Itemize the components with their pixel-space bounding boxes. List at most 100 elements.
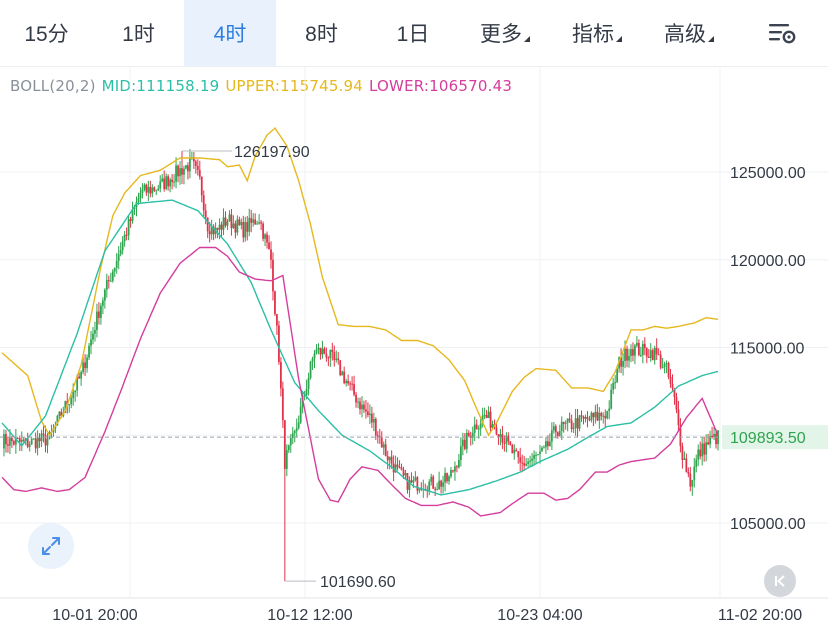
candle-body (238, 219, 241, 226)
tab-more-label: 更多 (480, 23, 522, 46)
candle-body (36, 438, 39, 449)
candle-body (396, 464, 399, 468)
tab-more[interactable]: 更多 (459, 0, 551, 66)
candle-body (357, 401, 359, 403)
candle-body (685, 458, 688, 473)
tab-advanced[interactable]: 高级 (643, 0, 735, 66)
candle-body (250, 217, 253, 223)
candle-body (345, 380, 348, 384)
candle-body (317, 347, 320, 350)
candle-body (189, 157, 191, 172)
candle-body (248, 217, 251, 232)
jump-to-latest-button[interactable] (764, 565, 796, 597)
candle-body (368, 413, 371, 415)
candle-body (463, 439, 466, 449)
candle-body (111, 271, 114, 281)
candle-body (82, 362, 84, 372)
candle-body (185, 165, 187, 169)
candle-body (361, 404, 363, 410)
candle-body (115, 260, 118, 268)
candle-body (88, 345, 90, 358)
candle-body (434, 488, 437, 490)
candle-body (230, 214, 233, 229)
candle-body (687, 472, 690, 474)
candle-body (260, 222, 263, 224)
candle-body (155, 190, 158, 192)
candle-body (663, 363, 666, 368)
candle-body (137, 198, 140, 202)
tab-4h[interactable]: 4时 (184, 0, 276, 66)
candle-body (637, 342, 640, 356)
candle-body (107, 280, 110, 282)
candle-body (365, 409, 367, 412)
candle-body (689, 473, 692, 487)
candle-body (309, 361, 312, 378)
candle-body (612, 382, 615, 390)
tab-advanced-label: 高级 (664, 23, 706, 46)
candle-body (461, 439, 464, 447)
tab-15m[interactable]: 15分 (0, 0, 93, 66)
candle-body (503, 442, 506, 444)
candle-body (665, 363, 668, 365)
candle-body (576, 418, 579, 429)
candle-body (319, 347, 322, 355)
candle-body (74, 390, 77, 393)
candle-body (315, 349, 318, 354)
candle-body (711, 435, 713, 438)
candle-body (10, 437, 13, 442)
candle-body (483, 415, 486, 417)
candle-body (509, 441, 512, 445)
candle-body (153, 187, 156, 191)
candle-body (125, 234, 128, 236)
tab-1h[interactable]: 1时 (93, 0, 184, 66)
candle-body (404, 473, 407, 476)
candle-body (479, 423, 482, 429)
candle-body (398, 467, 401, 469)
candle-body (657, 354, 660, 356)
candle-body (44, 435, 47, 446)
candle-body (16, 438, 19, 440)
candle-body (123, 234, 126, 242)
tab-indicators[interactable]: 指标 (551, 0, 643, 66)
candle-body (667, 363, 670, 378)
candle-body (179, 168, 181, 177)
candle-body (699, 449, 702, 457)
candle-body (430, 476, 433, 482)
candle-body (626, 348, 628, 361)
candle-body (448, 476, 450, 482)
candle-body (143, 184, 146, 190)
candle-body (113, 267, 116, 272)
candle-body (454, 466, 456, 472)
candle-body (289, 437, 292, 446)
candle-body (86, 357, 88, 369)
chart-settings-button[interactable] (735, 0, 828, 66)
candle-body (266, 234, 268, 243)
candle-body (291, 433, 294, 438)
candle-body (34, 438, 37, 449)
candlestick-chart[interactable]: 125000.00 120000.00 115000.00 105000.00 10-0… (0, 66, 828, 632)
candle-body (572, 427, 575, 429)
candle-body (127, 219, 130, 236)
candle-body (337, 358, 340, 361)
candle-body (410, 480, 413, 483)
candle-body (363, 404, 365, 410)
candle-body (139, 192, 142, 199)
tab-1d[interactable]: 1日 (367, 0, 459, 66)
candle-body (9, 437, 11, 446)
candle-body (513, 449, 516, 454)
fullscreen-button[interactable] (28, 523, 74, 569)
candle-body (80, 371, 83, 379)
candle-body (566, 418, 569, 423)
candle-body (103, 289, 106, 301)
candle-body (105, 280, 108, 290)
candle-body (323, 348, 326, 354)
candle-body (279, 362, 282, 389)
candle-body (495, 427, 498, 435)
candle-body (121, 241, 124, 251)
tab-indicators-label: 指标 (572, 23, 614, 46)
candle-body (141, 189, 144, 193)
boll-upper-line (1, 127, 719, 437)
tab-8h[interactable]: 8时 (276, 0, 367, 66)
candle-body (159, 181, 162, 189)
candle-body (705, 442, 708, 455)
